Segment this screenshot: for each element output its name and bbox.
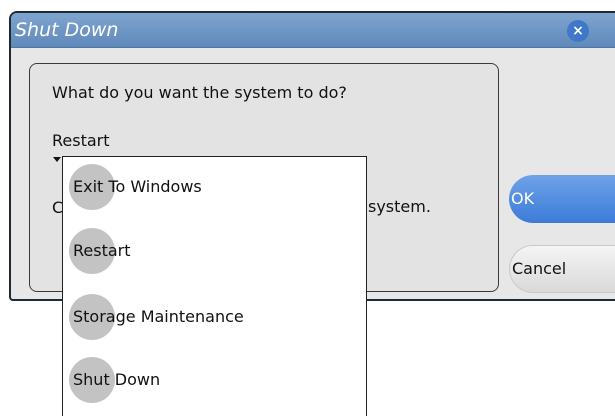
menu-item-label: Restart <box>73 241 131 260</box>
title-bar: Shut Down × <box>11 13 615 48</box>
menu-item-restart[interactable]: Restart <box>63 221 366 281</box>
ok-button[interactable]: OK <box>509 175 615 223</box>
menu-item-label: Exit To Windows <box>73 177 202 196</box>
question-label: What do you want the system to do? <box>52 83 347 102</box>
close-button[interactable]: × <box>567 20 589 42</box>
menu-item-exit-to-windows[interactable]: Exit To Windows <box>63 157 366 217</box>
dropdown-arrow-icon[interactable] <box>53 157 61 162</box>
action-select[interactable]: Restart <box>52 131 110 150</box>
info-text-end: system. <box>368 197 431 216</box>
menu-item-shut-down[interactable]: Shut Down <box>63 350 366 410</box>
cancel-button[interactable]: Cancel <box>509 245 615 293</box>
menu-item-label: Shut Down <box>73 370 161 389</box>
dialog-title: Shut Down <box>15 19 119 41</box>
menu-item-storage-maintenance[interactable]: Storage Maintenance <box>63 287 366 347</box>
action-dropdown-menu: Exit To Windows Restart Storage Maintena… <box>62 156 367 416</box>
menu-item-label: Storage Maintenance <box>73 307 244 326</box>
close-icon: × <box>572 23 584 39</box>
